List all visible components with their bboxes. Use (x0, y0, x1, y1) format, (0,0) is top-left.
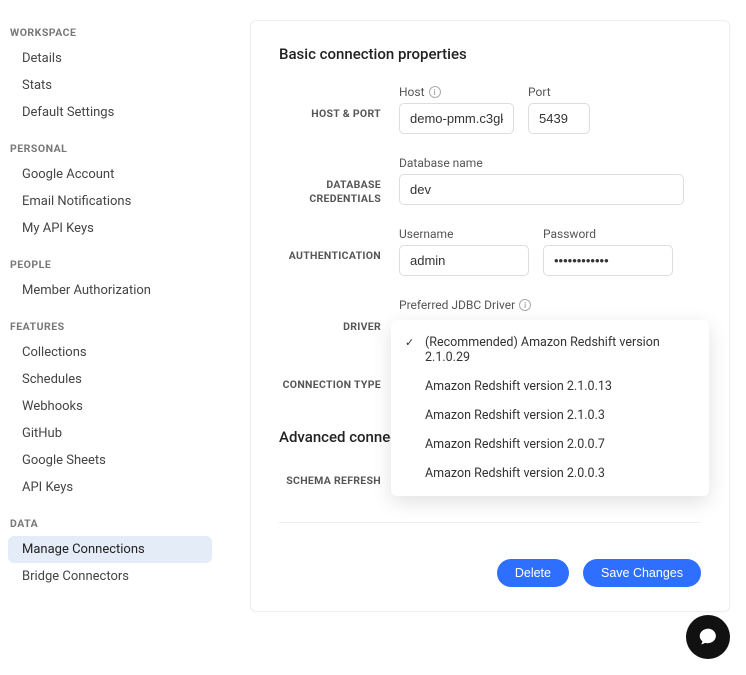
dbname-label: Database name (399, 156, 483, 170)
driver-option-4[interactable]: Amazon Redshift version 2.0.0.3 (391, 459, 709, 488)
username-label: Username (399, 227, 453, 241)
sidebar-item-collections[interactable]: Collections (8, 339, 212, 366)
username-input[interactable] (399, 245, 529, 276)
driver-option-2[interactable]: Amazon Redshift version 2.1.0.3 (391, 401, 709, 430)
connection-card: Basic connection properties HOST & PORT … (250, 20, 730, 612)
sidebar-item-github[interactable]: GitHub (8, 420, 212, 447)
sidebar-item-api-keys[interactable]: API Keys (8, 474, 212, 501)
sidebar-item-webhooks[interactable]: Webhooks (8, 393, 212, 420)
section-people: PEOPLE (8, 252, 212, 277)
driver-option-3[interactable]: Amazon Redshift version 2.0.0.7 (391, 430, 709, 459)
sidebar-item-schedules[interactable]: Schedules (8, 366, 212, 393)
host-label: Host (399, 85, 425, 99)
delete-button[interactable]: Delete (497, 559, 569, 587)
sidebar-item-member-authorization[interactable]: Member Authorization (8, 277, 212, 304)
main-content: Basic connection properties HOST & PORT … (220, 0, 746, 675)
section-personal: PERSONAL (8, 136, 212, 161)
divider (279, 522, 701, 523)
port-label: Port (528, 85, 551, 99)
label-driver: DRIVER (279, 320, 381, 334)
sidebar-item-stats[interactable]: Stats (8, 72, 212, 99)
label-db-creds: DATABASE CREDENTIALS (279, 178, 381, 205)
section-features: FEATURES (8, 314, 212, 339)
chat-icon (697, 626, 719, 648)
sidebar-item-default-settings[interactable]: Default Settings (8, 99, 212, 126)
label-schema-refresh: SCHEMA REFRESH (279, 474, 381, 488)
driver-option-1[interactable]: Amazon Redshift version 2.1.0.13 (391, 372, 709, 401)
info-icon[interactable]: i (519, 299, 531, 311)
sidebar-item-google-account[interactable]: Google Account (8, 161, 212, 188)
basic-title: Basic connection properties (279, 45, 701, 63)
section-data: DATA (8, 511, 212, 536)
save-button[interactable]: Save Changes (583, 559, 701, 587)
info-icon[interactable]: i (429, 86, 441, 98)
check-icon: ✓ (405, 336, 414, 349)
password-input[interactable] (543, 245, 673, 276)
label-host-port: HOST & PORT (279, 107, 381, 121)
driver-label: Preferred JDBC Driver (399, 298, 515, 312)
host-input[interactable] (399, 103, 514, 134)
dbname-input[interactable] (399, 174, 684, 205)
sidebar-item-my-api-keys[interactable]: My API Keys (8, 215, 212, 242)
label-conn-type: CONNECTION TYPE (279, 378, 381, 392)
chat-fab[interactable] (686, 615, 730, 659)
sidebar: WORKSPACE Details Stats Default Settings… (0, 0, 220, 675)
sidebar-item-manage-connections[interactable]: Manage Connections (8, 536, 212, 563)
port-input[interactable] (528, 103, 590, 134)
driver-dropdown: ✓(Recommended) Amazon Redshift version 2… (391, 320, 709, 496)
sidebar-item-details[interactable]: Details (8, 45, 212, 72)
sidebar-item-bridge-connectors[interactable]: Bridge Connectors (8, 563, 212, 590)
label-auth: AUTHENTICATION (279, 249, 381, 263)
sidebar-item-email-notifications[interactable]: Email Notifications (8, 188, 212, 215)
section-workspace: WORKSPACE (8, 20, 212, 45)
sidebar-item-google-sheets[interactable]: Google Sheets (8, 447, 212, 474)
password-label: Password (543, 227, 596, 241)
driver-option-0[interactable]: ✓(Recommended) Amazon Redshift version 2… (391, 328, 709, 372)
